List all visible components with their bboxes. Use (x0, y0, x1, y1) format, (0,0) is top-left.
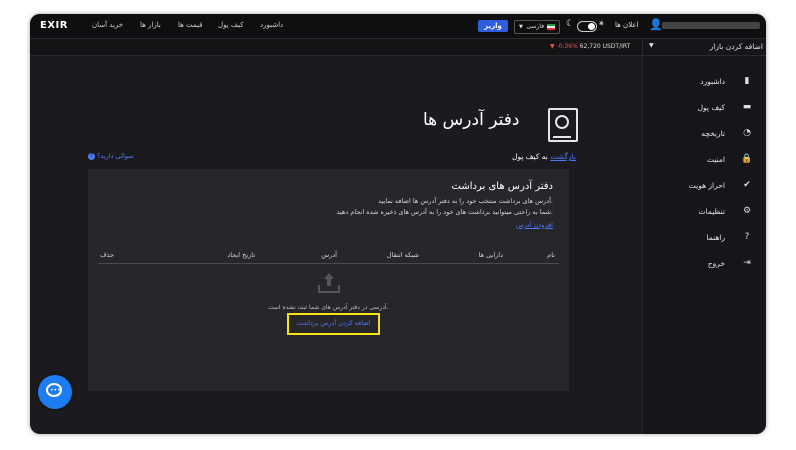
moon-icon: ☾ (566, 19, 575, 29)
highlight-box: اضافه کردن آدرس برداشت (287, 313, 380, 335)
chat-button[interactable]: ••• (38, 375, 72, 409)
wallet-icon: ▬ (742, 102, 752, 112)
sidebar-item-label: داشبورد (700, 77, 725, 86)
upload-icon (318, 273, 340, 293)
sidebar: ▼ اضافه کردن بازار داشبورد ▮ کیف پول ▬ ت… (642, 39, 766, 434)
card-description-1: آدرس های برداشت منتخب خود را به دفتر آدر… (378, 197, 553, 205)
back-to-wallet: بازگشت به کیف پول (512, 152, 576, 161)
empty-state-text: آدرسی در دفتر آدرس های شما ثبت نشده است. (268, 304, 389, 311)
iran-flag-icon (547, 24, 555, 30)
add-address-link[interactable]: افزودن آدرس (516, 221, 553, 229)
sidebar-item-logout[interactable]: خروج ⇥ (643, 255, 766, 273)
table-header: نام دارایی ها شبکه انتقال آدرس تاریخ ایج… (98, 249, 559, 264)
sidebar-item-label: تاریخچه (701, 129, 725, 138)
sidebar-item-label: راهنما (706, 233, 725, 242)
chart-icon: ▮ (744, 76, 750, 86)
sidebar-item-label: تنظیمات (698, 207, 725, 216)
nav-markets[interactable]: بازار ها (140, 21, 161, 29)
col-address: آدرس (321, 251, 337, 259)
sidebar-item-settings[interactable]: تنظیمات ⚙ (643, 203, 766, 221)
chevron-down-icon: ▼ (519, 24, 523, 30)
help-label: سوالی دارید؟ (97, 152, 134, 160)
user-icon[interactable]: 👤 (649, 18, 663, 31)
deposit-button[interactable]: واریز (478, 20, 508, 32)
help-link[interactable]: ? سوالی دارید؟ (88, 152, 134, 160)
username-redacted[interactable] (662, 22, 760, 29)
add-market-label: اضافه کردن بازار (709, 42, 763, 51)
sun-icon: ✷ (598, 19, 605, 28)
back-link[interactable]: بازگشت (550, 152, 576, 161)
card-description-2: شما به راحتی میتوانید برداشت های خود را … (336, 208, 553, 216)
theme-toggle[interactable] (577, 21, 597, 32)
gear-icon: ⚙ (742, 206, 752, 216)
sidebar-item-label: خروج (707, 259, 725, 268)
nav-dashboard[interactable]: داشبورد (260, 21, 283, 29)
col-asset: دارایی ها (478, 251, 503, 259)
logo: EXIR (40, 20, 68, 31)
address-book-icon (548, 108, 578, 142)
language-select[interactable]: ▼ فارسی (514, 20, 560, 34)
sidebar-item-dashboard[interactable]: داشبورد ▮ (643, 73, 766, 91)
verify-icon: ✔ (743, 180, 751, 190)
nav-wallet[interactable]: کیف پول (218, 21, 244, 29)
nav-prices[interactable]: قیمت ها (178, 21, 202, 29)
lock-icon: 🔒 (741, 154, 753, 164)
sidebar-item-wallet[interactable]: کیف پول ▬ (643, 99, 766, 117)
ticker[interactable]: ▼ -0.36% 62,720 USDT/IRT (550, 43, 630, 50)
col-network: شبکه انتقال (386, 251, 419, 259)
sidebar-item-history[interactable]: تاریخچه ◔ (643, 125, 766, 143)
nav-easy-buy[interactable]: خرید آسان (92, 21, 123, 29)
sidebar-item-verification[interactable]: احراز هویت ✔ (643, 177, 766, 195)
sidebar-item-label: امنیت (707, 155, 725, 164)
card-title: دفتر آدرس های برداشت (451, 181, 553, 192)
language-label: فارسی (526, 23, 544, 30)
help-icon: ? (744, 232, 750, 242)
chevron-down-icon: ▼ (649, 42, 654, 49)
history-icon: ◔ (743, 128, 751, 138)
ticker-change: -0.36% (556, 43, 578, 50)
col-created: تاریخ ایجاد (227, 251, 255, 259)
sidebar-item-label: کیف پول (697, 103, 725, 112)
col-name: نام (547, 251, 555, 259)
add-market-dropdown[interactable]: ▼ اضافه کردن بازار (643, 39, 766, 56)
address-book-card: دفتر آدرس های برداشت آدرس های برداشت منت… (88, 169, 569, 391)
col-delete: حذف (100, 251, 115, 259)
question-icon: ? (88, 152, 95, 160)
sidebar-item-label: احراز هویت (688, 181, 725, 190)
add-withdrawal-address-button[interactable]: اضافه کردن آدرس برداشت (289, 319, 378, 327)
logout-icon: ⇥ (743, 258, 751, 268)
page-title: دفتر آدرس ها (423, 110, 520, 130)
back-suffix: به کیف پول (512, 152, 551, 161)
top-bar: EXIR داشبورد کیف پول قیمت ها بازار ها خر… (30, 14, 766, 39)
app-window: EXIR داشبورد کیف پول قیمت ها بازار ها خر… (30, 14, 766, 434)
announcements-link[interactable]: اعلان ها (615, 21, 639, 29)
down-arrow-icon: ▼ (550, 43, 555, 50)
ticker-bar: ▼ -0.36% 62,720 USDT/IRT (30, 39, 642, 56)
sidebar-item-security[interactable]: امنیت 🔒 (643, 151, 766, 169)
ticker-pair: 62,720 USDT/IRT (579, 43, 631, 50)
sidebar-item-help[interactable]: راهنما ? (643, 229, 766, 247)
